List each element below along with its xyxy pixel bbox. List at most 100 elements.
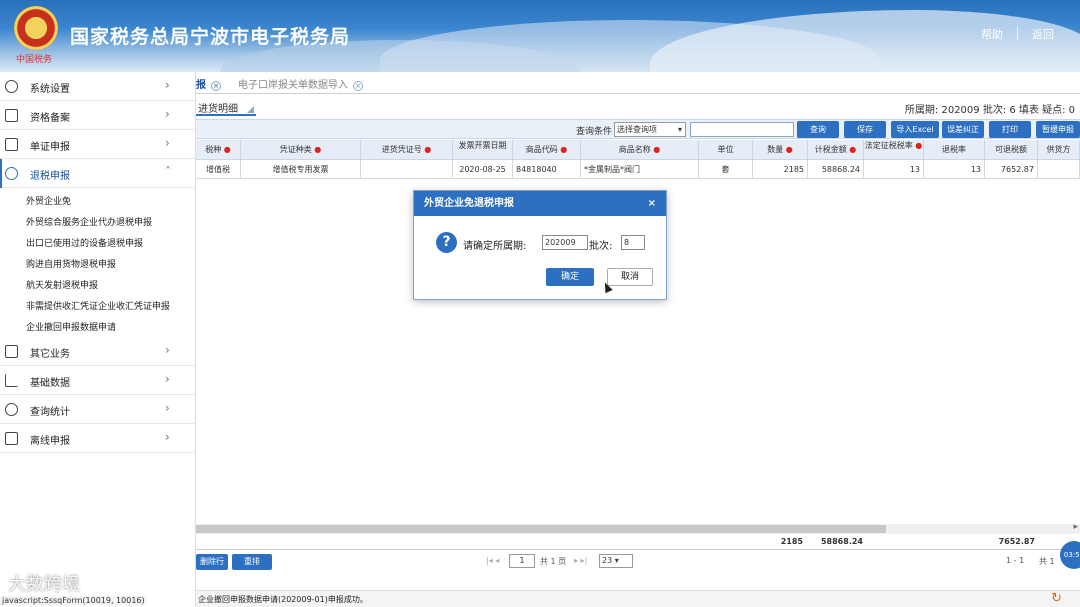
next-page-icon[interactable]: ▸ ▸| [574, 556, 587, 565]
watermark: 大数跨境 [8, 574, 80, 595]
chevron-right-icon: › [165, 430, 170, 444]
help-link[interactable]: 帮助 [981, 26, 1003, 42]
column-header: 税种 ● [196, 140, 241, 160]
page-count: 共 1 页 [540, 557, 567, 566]
table-cell[interactable]: *金属制品*阀门 [581, 160, 699, 179]
submenu-item[interactable]: 非需提供收汇凭证企业收汇凭证申报 [26, 299, 170, 312]
query-field-select[interactable]: 选择查询项 ▾ [614, 122, 686, 137]
grid-icon [5, 345, 18, 358]
gear-icon [5, 80, 18, 93]
table-cell[interactable]: 增值税 [196, 160, 241, 179]
column-header: 计税金额 ● [808, 140, 864, 160]
required-marker-icon: ● [221, 145, 231, 154]
table-cell[interactable] [361, 160, 453, 179]
sidebar-item-label: 查询统计 [30, 407, 70, 418]
close-icon[interactable]: × [648, 191, 656, 216]
column-header: 单位 [699, 140, 753, 160]
sidebar-item-base-data[interactable]: 基础数据 › [0, 366, 196, 395]
dialog-prompt: 请确定所属期: [463, 241, 527, 252]
submenu-item[interactable]: 外贸综合服务企业代办退税申报 [26, 215, 152, 228]
required-marker-icon: ● [912, 141, 923, 150]
table-cell[interactable]: 84818040 [513, 160, 581, 179]
reset-button[interactable]: 重排 [232, 554, 272, 570]
column-header: 商品代码 ● [513, 140, 581, 160]
first-page-icon[interactable]: |◂ ◂ [486, 556, 499, 565]
save-button[interactable]: 保存 [844, 121, 886, 138]
table-cell[interactable]: 增值税专用发票 [241, 160, 361, 179]
table-cell[interactable]: 2020-08-25 [453, 160, 513, 179]
cancel-button[interactable]: 取消 [607, 268, 653, 286]
scrollbar-thumb[interactable] [196, 525, 886, 533]
table-cell[interactable]: 13 [924, 160, 985, 179]
submenu-item[interactable]: 企业撤回申报数据申请 [26, 320, 116, 333]
sidebar-item-qualification[interactable]: 资格备案 › [0, 101, 196, 130]
sidebar-item-label: 系统设置 [30, 84, 70, 95]
chevron-up-icon: ˆ [165, 165, 171, 179]
delete-row-button[interactable]: 删除行 [196, 554, 228, 570]
chevron-right-icon: › [165, 78, 170, 92]
query-button[interactable]: 查询 [797, 121, 839, 138]
table-row[interactable]: 增值税 增值税专用发票 2020-08-25 84818040 *金属制品*阀门套 218… [196, 160, 1080, 179]
table-cell[interactable]: 2185 [753, 160, 808, 179]
submenu-item[interactable]: 购进自用货物退税申报 [26, 257, 116, 270]
sidebar-item-system-settings[interactable]: 系统设置 › [0, 72, 196, 101]
table-cell[interactable]: 7652.87 [985, 160, 1038, 179]
arrow-right-icon[interactable]: ▸ [1073, 522, 1078, 532]
column-header: 数量 ● [753, 140, 808, 160]
close-icon[interactable]: × [353, 81, 363, 91]
sidebar-item-offline[interactable]: 离线申报 › [0, 424, 196, 453]
page-size-select[interactable]: 23 ▾ [599, 554, 633, 568]
site-title: 国家税务总局宁波市电子税务局 [70, 26, 351, 48]
chevron-right-icon: › [165, 107, 170, 121]
table-cell[interactable] [1038, 160, 1080, 179]
table-cell[interactable]: 套 [699, 160, 753, 179]
tab-purchase-details[interactable]: 进货明细 [196, 98, 256, 116]
status-message: 企业撤回申报数据申请(202009-01)申报成功。 [198, 595, 368, 604]
sidebar-item-query-stats[interactable]: 查询统计 › [0, 395, 196, 424]
required-marker-icon: ● [783, 145, 793, 154]
horizontal-scrollbar[interactable]: ▸ [196, 522, 1080, 534]
ok-button[interactable]: 确定 [546, 268, 594, 286]
batch-input[interactable]: 8 [621, 235, 645, 250]
back-link[interactable]: 返回 [1032, 26, 1054, 42]
total-refund: 7652.87 [998, 537, 1035, 546]
sidebar-item-refund[interactable]: 退税申报 ˆ [0, 159, 196, 188]
sidebar-item-other[interactable]: 其它业务 › [0, 337, 196, 366]
tab-bar: 报 × 电子口岸报关单数据导入 × [196, 72, 1080, 94]
record-range: 1 - 1 [1006, 556, 1025, 565]
emblem-caption: 中国税务 [16, 55, 53, 65]
refresh-icon[interactable]: ↻ [1051, 591, 1062, 606]
table-cell[interactable]: 58868.24 [808, 160, 864, 179]
submenu-item[interactable]: 外贸企业免 [26, 194, 71, 207]
period-input[interactable]: 202009 [542, 235, 588, 250]
browser-status: javascript:SssqForm(10019, 10016) [0, 596, 147, 605]
defer-declare-button[interactable]: 暂缓申报 [1036, 121, 1080, 138]
close-icon[interactable]: × [211, 81, 221, 91]
submenu-item[interactable]: 出口已使用过的设备退税申报 [26, 236, 143, 249]
error-correct-button[interactable]: 误差纠正 [942, 121, 984, 138]
column-header: 供货方 [1038, 140, 1080, 160]
sidebar: 系统设置 › 资格备案 › 单证申报 › 退税申报 ˆ 外贸企业免 外贸综合服务… [0, 72, 196, 607]
pagination: 删除行 重排 |◂ ◂ 1 共 1 页 ▸ ▸| 23 ▾ 1 - 1 共 1 [196, 552, 1080, 572]
refund-icon [5, 167, 18, 180]
submenu-item[interactable]: 航天发射退税申报 [26, 278, 98, 291]
chevron-right-icon: › [165, 136, 170, 150]
sidebar-item-documents[interactable]: 单证申报 › [0, 130, 196, 159]
chevron-right-icon: › [165, 401, 170, 415]
page-input[interactable]: 1 [509, 554, 535, 568]
record-total: 共 1 [1039, 557, 1055, 566]
required-marker-icon: ● [421, 145, 432, 154]
required-marker-icon: ● [846, 145, 857, 154]
table-header: 税种 ● 凭证种类 ● 进货凭证号 ● 发票开票日期 商品代码 ● 商品名称 ● 单位 数量 … [196, 140, 1080, 160]
print-button[interactable]: 打印 [989, 121, 1031, 138]
tab-declaration[interactable]: 报 × [196, 76, 221, 91]
import-excel-button[interactable]: 导入Excel [891, 121, 939, 138]
document-check-icon [5, 138, 18, 151]
chevron-right-icon: › [165, 343, 170, 357]
table-cell[interactable]: 13 [864, 160, 924, 179]
required-marker-icon: ● [557, 145, 568, 154]
tab-customs-import[interactable]: 电子口岸报关单数据导入 × [238, 76, 363, 91]
required-marker-icon: ● [650, 145, 661, 154]
query-input[interactable] [690, 122, 794, 137]
query-toolbar: 查询条件 选择查询项 ▾ 查询 保存 导入Excel 误差纠正 打印 暂缓申报 [196, 119, 1080, 139]
